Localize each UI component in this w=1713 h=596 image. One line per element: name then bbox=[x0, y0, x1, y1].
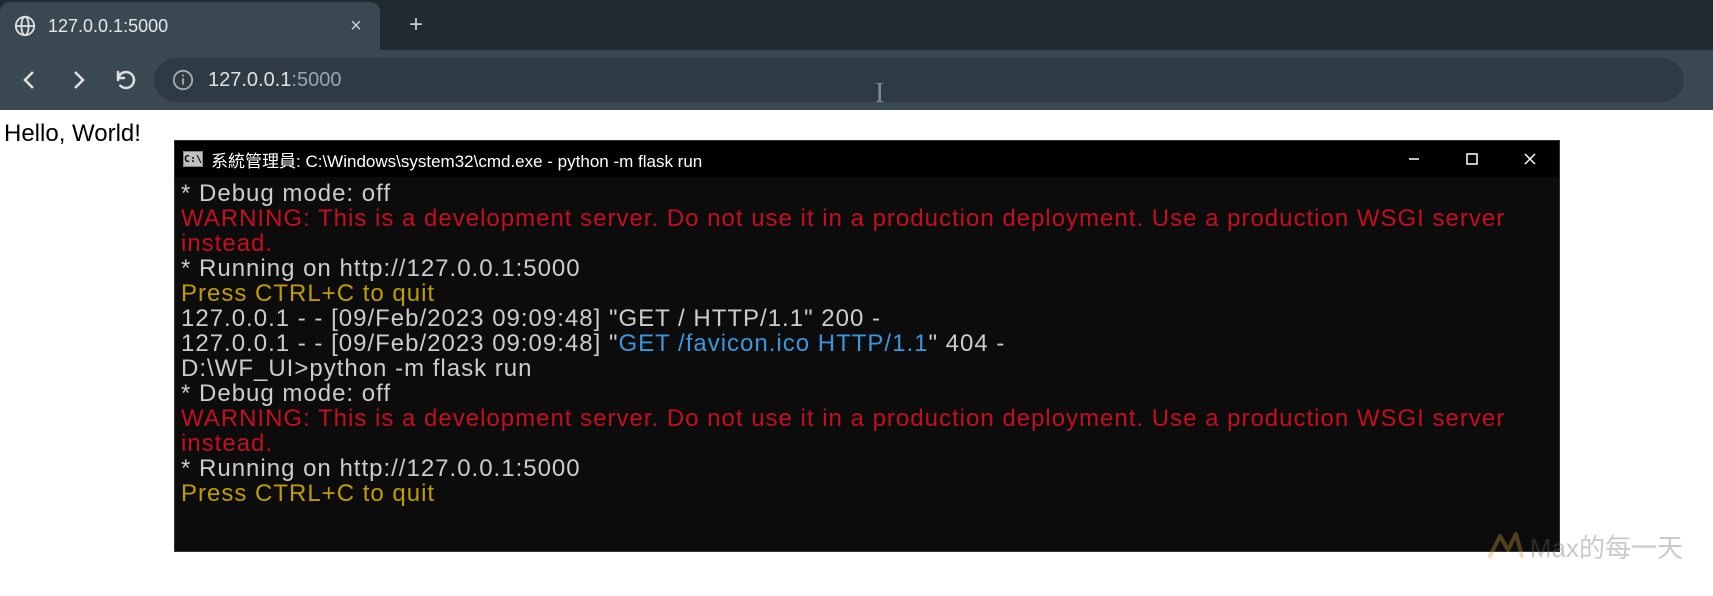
cmd-icon: C:\ bbox=[183, 151, 203, 167]
cmd-window: C:\ 系統管理員: C:\Windows\system32\cmd.exe -… bbox=[174, 140, 1560, 552]
watermark-logo-icon bbox=[1486, 526, 1526, 566]
reload-button[interactable] bbox=[106, 60, 146, 100]
cmd-output[interactable]: * Debug mode: off WARNING: This is a dev… bbox=[175, 177, 1559, 551]
cmd-line: Press CTRL+C to quit bbox=[181, 281, 1553, 306]
window-controls bbox=[1385, 141, 1559, 177]
cmd-line: * Debug mode: off bbox=[181, 381, 1553, 406]
browser-tab[interactable]: 127.0.0.1:5000 × bbox=[0, 2, 380, 50]
cmd-line: 127.0.0.1 - - [09/Feb/2023 09:09:48] "GE… bbox=[181, 306, 1553, 331]
maximize-button[interactable] bbox=[1443, 141, 1501, 177]
url-text: 127.0.0.1:5000 bbox=[208, 69, 341, 92]
site-info-icon[interactable] bbox=[172, 69, 194, 91]
cmd-title: 系統管理員: C:\Windows\system32\cmd.exe - pyt… bbox=[211, 147, 1377, 172]
text-cursor-icon: I bbox=[875, 78, 884, 110]
cmd-line: * Running on http://127.0.0.1:5000 bbox=[181, 456, 1553, 481]
watermark-text: Max的每一天 bbox=[1530, 528, 1683, 565]
tab-bar: 127.0.0.1:5000 × + bbox=[0, 0, 1713, 50]
browser-chrome: 127.0.0.1:5000 × + 127.0.0.1:5000 bbox=[0, 0, 1713, 110]
close-tab-icon[interactable]: × bbox=[346, 16, 366, 36]
watermark: Max的每一天 bbox=[1486, 526, 1683, 566]
cmd-line: WARNING: This is a development server. D… bbox=[181, 206, 1553, 256]
forward-button[interactable] bbox=[58, 60, 98, 100]
cmd-line: D:\WF_UI>python -m flask run bbox=[181, 356, 1553, 381]
cmd-titlebar[interactable]: C:\ 系統管理員: C:\Windows\system32\cmd.exe -… bbox=[175, 141, 1559, 177]
cmd-line: WARNING: This is a development server. D… bbox=[181, 406, 1553, 456]
cmd-line: * Running on http://127.0.0.1:5000 bbox=[181, 256, 1553, 281]
nav-bar: 127.0.0.1:5000 bbox=[0, 50, 1713, 110]
cmd-line: Press CTRL+C to quit bbox=[181, 481, 1553, 506]
back-button[interactable] bbox=[10, 60, 50, 100]
minimize-button[interactable] bbox=[1385, 141, 1443, 177]
address-bar[interactable]: 127.0.0.1:5000 bbox=[154, 58, 1684, 102]
tab-title: 127.0.0.1:5000 bbox=[48, 16, 334, 37]
cmd-line: * Debug mode: off bbox=[181, 181, 1553, 206]
hello-text: Hello, World! bbox=[4, 120, 141, 147]
close-button[interactable] bbox=[1501, 141, 1559, 177]
new-tab-button[interactable]: + bbox=[398, 7, 434, 43]
globe-icon bbox=[14, 15, 36, 37]
cmd-line: 127.0.0.1 - - [09/Feb/2023 09:09:48] "GE… bbox=[181, 331, 1553, 356]
